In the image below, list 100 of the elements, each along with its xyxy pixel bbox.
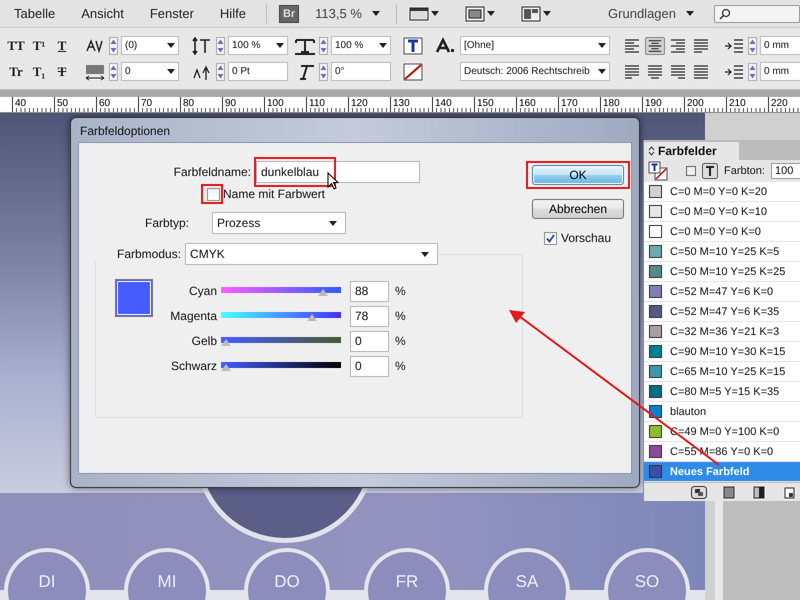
- stepper-icon[interactable]: [319, 36, 328, 54]
- zoom-dropdown[interactable]: 113,5 %: [315, 6, 380, 21]
- caret-icon: [421, 252, 430, 256]
- swatch-item[interactable]: C=52 M=47 Y=6 K=0: [644, 282, 800, 302]
- text-style-button[interactable]: Tr: [6, 64, 26, 80]
- container-icon[interactable]: [686, 166, 696, 176]
- highlight-frame: [201, 184, 223, 204]
- text-format-icon[interactable]: [702, 163, 718, 179]
- text-style-button[interactable]: TT: [6, 38, 26, 54]
- align-icon[interactable]: [691, 62, 711, 80]
- gradient-swatch-icon[interactable]: [751, 486, 767, 498]
- workspace-dropdown[interactable]: Grundlagen: [608, 6, 694, 21]
- ruler-label: 140: [432, 97, 474, 112]
- name-field[interactable]: dunkelblau: [256, 161, 420, 183]
- ruler-label: 40: [12, 97, 54, 112]
- checkbox[interactable]: [207, 188, 220, 200]
- bridge-button[interactable]: Br: [278, 4, 300, 22]
- view-menu-button[interactable]: [408, 6, 439, 22]
- menu-item[interactable]: Tabelle: [14, 6, 56, 21]
- left-indent-field[interactable]: 0 mm: [760, 36, 800, 55]
- new-swatch-icon[interactable]: [721, 486, 737, 498]
- no-stroke-icon[interactable]: [403, 62, 423, 80]
- swatch-name: blauton: [670, 406, 706, 418]
- swatch-item[interactable]: C=90 M=10 Y=30 K=15: [644, 342, 800, 362]
- align-icon[interactable]: [645, 36, 665, 54]
- slider-track[interactable]: [221, 311, 341, 321]
- slider-thumb[interactable]: [318, 289, 328, 296]
- kerning-field[interactable]: (0): [121, 36, 179, 55]
- stepper-icon[interactable]: [319, 62, 328, 80]
- swatch-name: C=80 M=5 Y=15 K=35: [670, 386, 780, 398]
- align-icon[interactable]: [645, 62, 665, 80]
- panel-tab[interactable]: Farbfelder: [644, 142, 739, 160]
- horizontal-scale-field[interactable]: 100 %: [331, 36, 391, 55]
- skew-field[interactable]: 0°: [331, 62, 391, 81]
- text-fill-icon[interactable]: [403, 36, 423, 54]
- slider-thumb[interactable]: [306, 314, 317, 321]
- menu-item[interactable]: Ansicht: [81, 6, 124, 21]
- first-line-indent-field[interactable]: 0 mm: [760, 62, 800, 81]
- slider-label: Gelb: [190, 334, 218, 348]
- stepper-icon[interactable]: [216, 36, 225, 54]
- color-type-dropdown[interactable]: Prozess: [212, 212, 346, 234]
- checkbox[interactable]: [544, 232, 557, 244]
- menu-item[interactable]: Fenster: [150, 6, 194, 21]
- tint-field[interactable]: 100: [770, 163, 800, 179]
- tint-label: Farbton:: [724, 165, 765, 177]
- slider-thumb[interactable]: [221, 339, 231, 346]
- menu-item[interactable]: Hilfe: [220, 6, 246, 21]
- slider-track[interactable]: [221, 361, 341, 371]
- tracking-field[interactable]: 0: [121, 62, 179, 81]
- ok-button[interactable]: OK: [532, 165, 624, 185]
- swatch-item[interactable]: C=32 M=36 Y=21 K=3: [644, 322, 800, 342]
- swatch-name: C=90 M=10 Y=30 K=15: [670, 346, 786, 358]
- fill-stroke-icon[interactable]: [648, 161, 670, 181]
- stepper-icon[interactable]: [748, 62, 757, 80]
- align-icon[interactable]: [668, 62, 688, 80]
- text-style-button[interactable]: T¹: [29, 38, 49, 54]
- text-style-button[interactable]: T₁: [29, 64, 49, 80]
- swatch-item[interactable]: C=80 M=5 Y=15 K=35: [644, 382, 800, 402]
- swatch-item[interactable]: C=0 M=0 Y=0 K=20: [644, 182, 800, 202]
- text-style-button[interactable]: T: [52, 38, 72, 54]
- slider-track[interactable]: [221, 286, 341, 296]
- swatch-item[interactable]: C=0 M=0 Y=0 K=10: [644, 202, 800, 222]
- swatch-item[interactable]: blauton: [644, 402, 800, 422]
- caret-icon: [372, 11, 380, 16]
- cancel-button[interactable]: Abbrechen: [532, 199, 624, 219]
- swatch-item[interactable]: C=50 M=10 Y=25 K=5: [644, 242, 800, 262]
- swatch-item[interactable]: C=65 M=10 Y=25 K=15: [644, 362, 800, 382]
- slider-track[interactable]: [221, 336, 341, 346]
- align-icon[interactable]: [622, 62, 642, 80]
- value-field[interactable]: 78: [350, 306, 389, 326]
- value-field[interactable]: 0: [350, 356, 389, 376]
- view-menu-button[interactable]: [520, 6, 551, 22]
- swatch-item[interactable]: C=0 M=0 Y=0 K=0: [644, 222, 800, 242]
- align-icon[interactable]: [691, 36, 711, 54]
- ruler-label: 220: [768, 97, 800, 112]
- vertical-scale-field[interactable]: 100 %: [228, 36, 288, 55]
- search-field[interactable]: [714, 4, 800, 22]
- align-icon[interactable]: [622, 36, 642, 54]
- swatch-item[interactable]: Neues Farbfeld: [644, 462, 800, 482]
- swatch-item[interactable]: C=50 M=10 Y=25 K=25: [644, 262, 800, 282]
- value-field[interactable]: 0: [350, 330, 389, 352]
- stepper-icon[interactable]: [748, 36, 757, 54]
- baseline-shift-field[interactable]: 0 Pt: [228, 62, 288, 81]
- swatch-item[interactable]: C=52 M=47 Y=6 K=35: [644, 302, 800, 322]
- align-icon[interactable]: [668, 36, 688, 54]
- slider-thumb[interactable]: [221, 364, 231, 371]
- swatch-name: C=0 M=0 Y=0 K=10: [670, 206, 768, 218]
- caret-icon: [430, 11, 439, 16]
- swatch-view-icon[interactable]: [691, 486, 707, 498]
- text-style-button[interactable]: T: [52, 64, 72, 80]
- stepper-icon[interactable]: [109, 62, 118, 80]
- stepper-icon[interactable]: [109, 36, 118, 54]
- value-field[interactable]: 88: [350, 280, 389, 302]
- ruler-label: 190: [642, 97, 684, 112]
- stepper-icon[interactable]: [216, 62, 225, 80]
- screen-mode-icon: [464, 6, 485, 22]
- language-dropdown[interactable]: Deutsch: 2006 Rechtschreib: [460, 62, 610, 81]
- color-mode-dropdown[interactable]: CMYK: [185, 243, 438, 265]
- view-menu-button[interactable]: [464, 6, 495, 22]
- character-style-dropdown[interactable]: [Ohne]: [460, 36, 610, 55]
